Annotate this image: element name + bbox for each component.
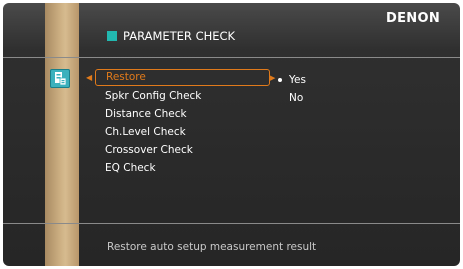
menu-item-restore[interactable]: Restore xyxy=(95,69,270,86)
arrow-left-icon: ◀ xyxy=(86,73,93,82)
selected-dot-icon xyxy=(278,78,282,82)
arrow-right-icon: ▶ xyxy=(270,74,276,82)
divider-bottom xyxy=(3,223,460,224)
menu-list: Restore Spkr Config Check Distance Check… xyxy=(95,69,270,177)
option-yes[interactable]: Yes xyxy=(278,71,306,89)
unselected-dot-icon xyxy=(278,96,282,100)
option-yes-label: Yes xyxy=(289,74,306,86)
menu-item-spkr-config-check[interactable]: Spkr Config Check xyxy=(95,87,270,105)
osd-panel: DENON PARAMETER CHECK ◀ Restore Spkr Con… xyxy=(3,3,460,266)
osd-screen: DENON PARAMETER CHECK ◀ Restore Spkr Con… xyxy=(0,0,463,269)
title-marker-icon xyxy=(107,31,117,41)
option-no[interactable]: No xyxy=(278,89,306,107)
option-list: Yes No xyxy=(278,71,306,107)
side-strip xyxy=(45,3,79,266)
menu-item-crossover-check[interactable]: Crossover Check xyxy=(95,141,270,159)
page-header: PARAMETER CHECK xyxy=(107,29,235,43)
menu-item-distance-check[interactable]: Distance Check xyxy=(95,105,270,123)
option-no-label: No xyxy=(289,92,304,104)
brand-logo: DENON xyxy=(386,11,440,26)
menu-item-ch-level-check[interactable]: Ch.Level Check xyxy=(95,123,270,141)
divider-top xyxy=(3,57,460,58)
page-title: PARAMETER CHECK xyxy=(123,29,236,43)
setup-icon xyxy=(50,69,70,88)
status-text: Restore auto setup measurement result xyxy=(107,241,317,253)
menu-item-eq-check[interactable]: EQ Check xyxy=(95,159,270,177)
